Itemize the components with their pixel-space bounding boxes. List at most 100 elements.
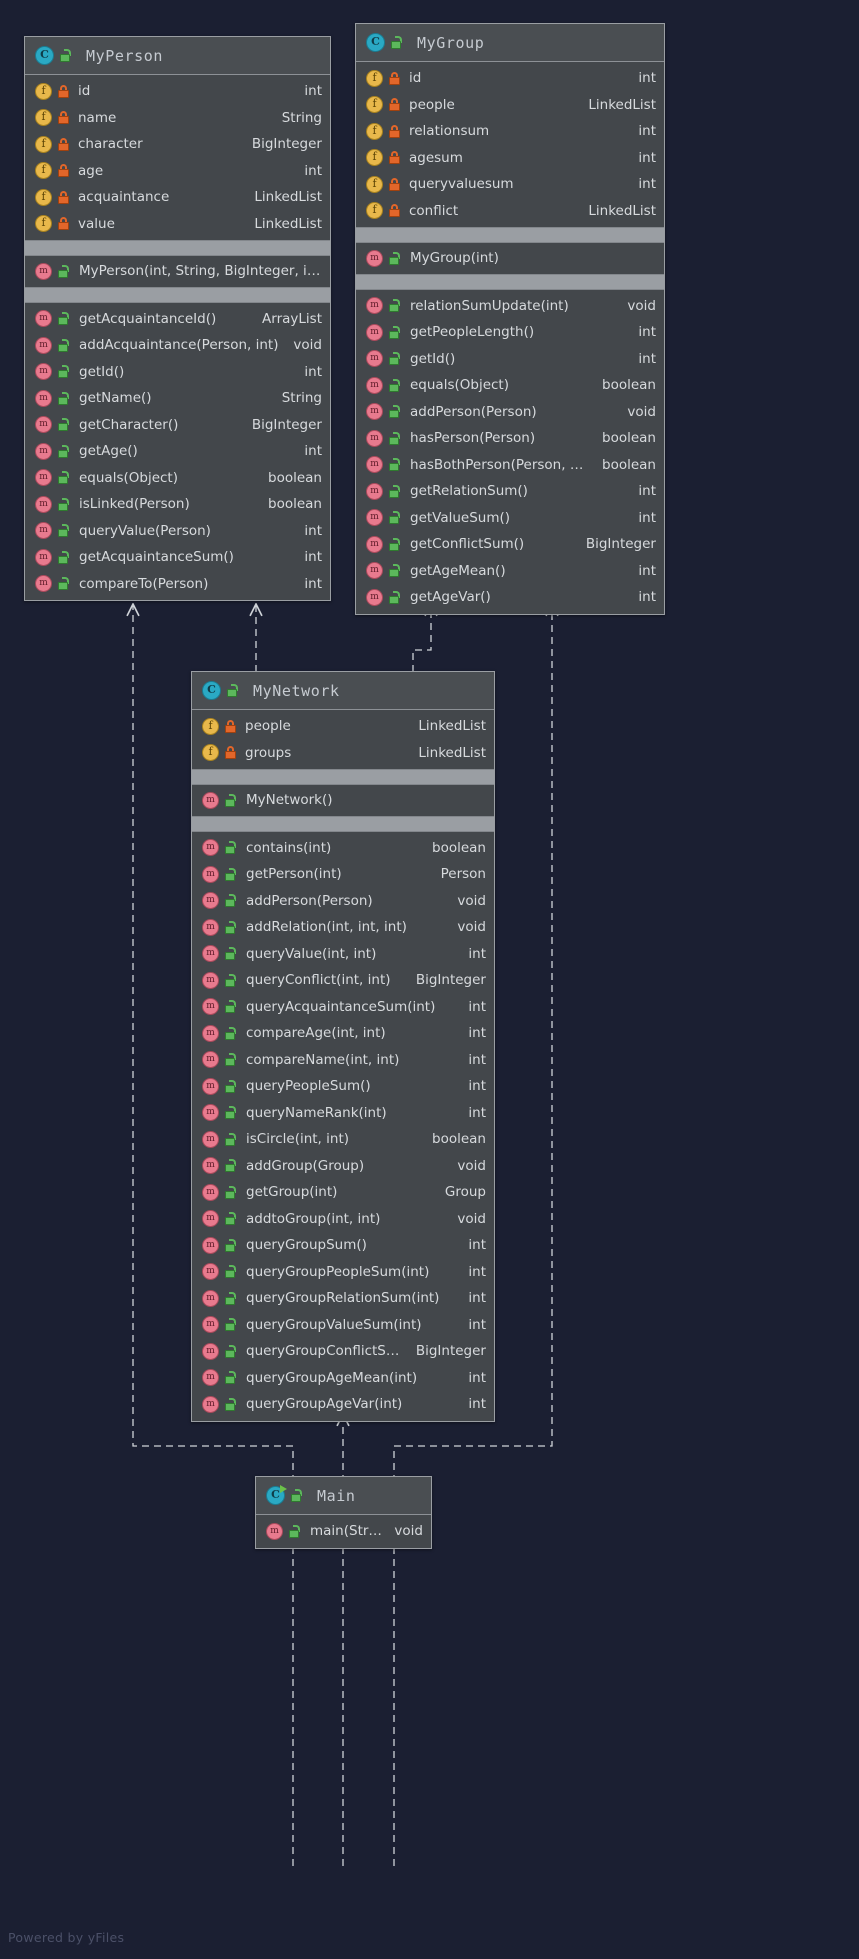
method-row[interactable]: isLinked(Person) boolean — [25, 491, 330, 518]
field-row[interactable]: character BigInteger — [25, 131, 330, 158]
fields-compartment-myperson: id int name String character BigInteger age int… — [25, 75, 330, 240]
member-type: int — [304, 575, 322, 592]
field-row[interactable]: value LinkedList — [25, 211, 330, 238]
method-row[interactable]: getCharacter() BigInteger — [25, 412, 330, 439]
padlock-open-icon — [225, 793, 237, 807]
method-icon — [35, 469, 52, 487]
method-row[interactable]: queryPeopleSum() int — [192, 1073, 494, 1100]
method-icon — [366, 509, 383, 527]
field-row[interactable]: name String — [25, 105, 330, 132]
field-row[interactable]: acquaintance LinkedList — [25, 184, 330, 211]
field-row[interactable]: people LinkedList — [356, 92, 664, 119]
method-row[interactable]: getRelationSum() int — [356, 478, 664, 505]
class-node-mynetwork[interactable]: MyNetwork people LinkedList groups LinkedLi… — [191, 671, 495, 1422]
class-header-mygroup[interactable]: MyGroup — [356, 24, 664, 62]
padlock-open-icon — [225, 1185, 237, 1199]
method-row[interactable]: addAcquaintance(Person, int) void — [25, 332, 330, 359]
member-name: getAcquaintanceId() — [79, 310, 217, 327]
method-row[interactable]: hasBothPerson(Person, Person) boolean — [356, 452, 664, 479]
field-row[interactable]: groups LinkedList — [192, 740, 494, 767]
method-row[interactable]: getGroup(int) Group — [192, 1179, 494, 1206]
field-row[interactable]: people LinkedList — [192, 713, 494, 740]
method-row[interactable]: queryGroupValueSum(int) int — [192, 1312, 494, 1339]
member-type: String — [281, 109, 322, 126]
method-row[interactable]: equals(Object) boolean — [25, 465, 330, 492]
member-name: MyPerson(int, String, BigInteger, int) — [79, 263, 322, 280]
padlock-closed-icon — [389, 177, 400, 191]
method-row[interactable]: getPerson(int) Person — [192, 861, 494, 888]
compartment-separator — [25, 240, 330, 256]
method-row[interactable]: isCircle(int, int) boolean — [192, 1126, 494, 1153]
member-name: isCircle(int, int) — [246, 1131, 350, 1148]
method-row[interactable]: getConflictSum() BigInteger — [356, 531, 664, 558]
method-row[interactable]: queryAcquaintanceSum(int) int — [192, 994, 494, 1021]
method-row[interactable]: queryGroupAgeMean(int) int — [192, 1365, 494, 1392]
method-icon — [366, 376, 383, 394]
method-row[interactable]: queryNameRank(int) int — [192, 1100, 494, 1127]
class-header-myperson[interactable]: MyPerson — [25, 37, 330, 75]
member-name: people — [409, 96, 455, 113]
field-row[interactable]: relationsum int — [356, 118, 664, 145]
method-row[interactable]: compareName(int, int) int — [192, 1047, 494, 1074]
method-row[interactable]: addPerson(Person) void — [356, 399, 664, 426]
field-row[interactable]: queryvaluesum int — [356, 171, 664, 198]
field-icon — [366, 122, 383, 140]
method-row[interactable]: getAge() int — [25, 438, 330, 465]
method-row[interactable]: getPeopleLength() int — [356, 319, 664, 346]
field-row[interactable]: agesum int — [356, 145, 664, 172]
method-icon — [366, 249, 383, 267]
method-row[interactable]: getName() String — [25, 385, 330, 412]
class-node-main[interactable]: Main main(String[]) void — [255, 1476, 432, 1549]
member-name: groups — [245, 744, 292, 761]
method-row[interactable]: getAgeVar() int — [356, 584, 664, 611]
padlock-closed-icon — [58, 164, 69, 178]
method-row[interactable]: getAgeMean() int — [356, 558, 664, 585]
method-row[interactable]: queryValue(Person) int — [25, 518, 330, 545]
method-row[interactable]: queryGroupSum() int — [192, 1232, 494, 1259]
method-row[interactable]: getAcquaintanceId() ArrayList — [25, 306, 330, 333]
method-row[interactable]: queryConflict(int, int) BigInteger — [192, 967, 494, 994]
method-row[interactable]: MyNetwork() — [192, 787, 494, 814]
method-row[interactable]: queryValue(int, int) int — [192, 941, 494, 968]
field-row[interactable]: id int — [356, 65, 664, 92]
method-row[interactable]: MyPerson(int, String, BigInteger, int) — [25, 258, 330, 285]
method-row[interactable]: getValueSum() int — [356, 505, 664, 532]
method-icon — [202, 1369, 219, 1387]
padlock-closed-icon — [58, 84, 69, 98]
member-type: int — [468, 1025, 486, 1042]
method-row[interactable]: addtoGroup(int, int) void — [192, 1206, 494, 1233]
diagram-canvas[interactable]: MyPerson id int name String character BigInte… — [0, 0, 859, 1959]
methods-compartment-myperson: getAcquaintanceId() ArrayList addAcquainta… — [25, 303, 330, 601]
method-row[interactable]: queryGroupAgeVar(int) int — [192, 1391, 494, 1418]
method-row[interactable]: queryGroupPeopleSum(int) int — [192, 1259, 494, 1286]
method-row[interactable]: addRelation(int, int, int) void — [192, 914, 494, 941]
padlock-open-icon — [227, 684, 239, 697]
method-row[interactable]: getId() int — [356, 346, 664, 373]
method-row[interactable]: equals(Object) boolean — [356, 372, 664, 399]
method-row[interactable]: MyGroup(int) — [356, 245, 664, 272]
method-row[interactable]: getId() int — [25, 359, 330, 386]
method-row[interactable]: hasPerson(Person) boolean — [356, 425, 664, 452]
field-row[interactable]: id int — [25, 78, 330, 105]
method-row[interactable]: addPerson(Person) void — [192, 888, 494, 915]
field-row[interactable]: conflict LinkedList — [356, 198, 664, 225]
member-type: boolean — [602, 456, 656, 473]
method-icon — [266, 1522, 283, 1540]
method-row[interactable]: main(String[]) void — [256, 1518, 431, 1545]
class-header-main[interactable]: Main — [256, 1477, 431, 1515]
member-name: compareTo(Person) — [79, 575, 209, 592]
class-node-mygroup[interactable]: MyGroup id int people LinkedList relationsum… — [355, 23, 665, 615]
method-row[interactable]: compareAge(int, int) int — [192, 1020, 494, 1047]
member-name: queryGroupValueSum(int) — [246, 1316, 422, 1333]
method-row[interactable]: compareTo(Person) int — [25, 571, 330, 598]
class-header-mynetwork[interactable]: MyNetwork — [192, 672, 494, 710]
field-row[interactable]: age int — [25, 158, 330, 185]
method-row[interactable]: addGroup(Group) void — [192, 1153, 494, 1180]
method-row[interactable]: queryGroupRelationSum(int) int — [192, 1285, 494, 1312]
class-node-myperson[interactable]: MyPerson id int name String character BigInte… — [24, 36, 331, 601]
member-type: int — [468, 1290, 486, 1307]
method-row[interactable]: queryGroupConflictSum(int) BigInteger — [192, 1338, 494, 1365]
method-row[interactable]: relationSumUpdate(int) void — [356, 293, 664, 320]
method-row[interactable]: contains(int) boolean — [192, 835, 494, 862]
method-row[interactable]: getAcquaintanceSum() int — [25, 544, 330, 571]
